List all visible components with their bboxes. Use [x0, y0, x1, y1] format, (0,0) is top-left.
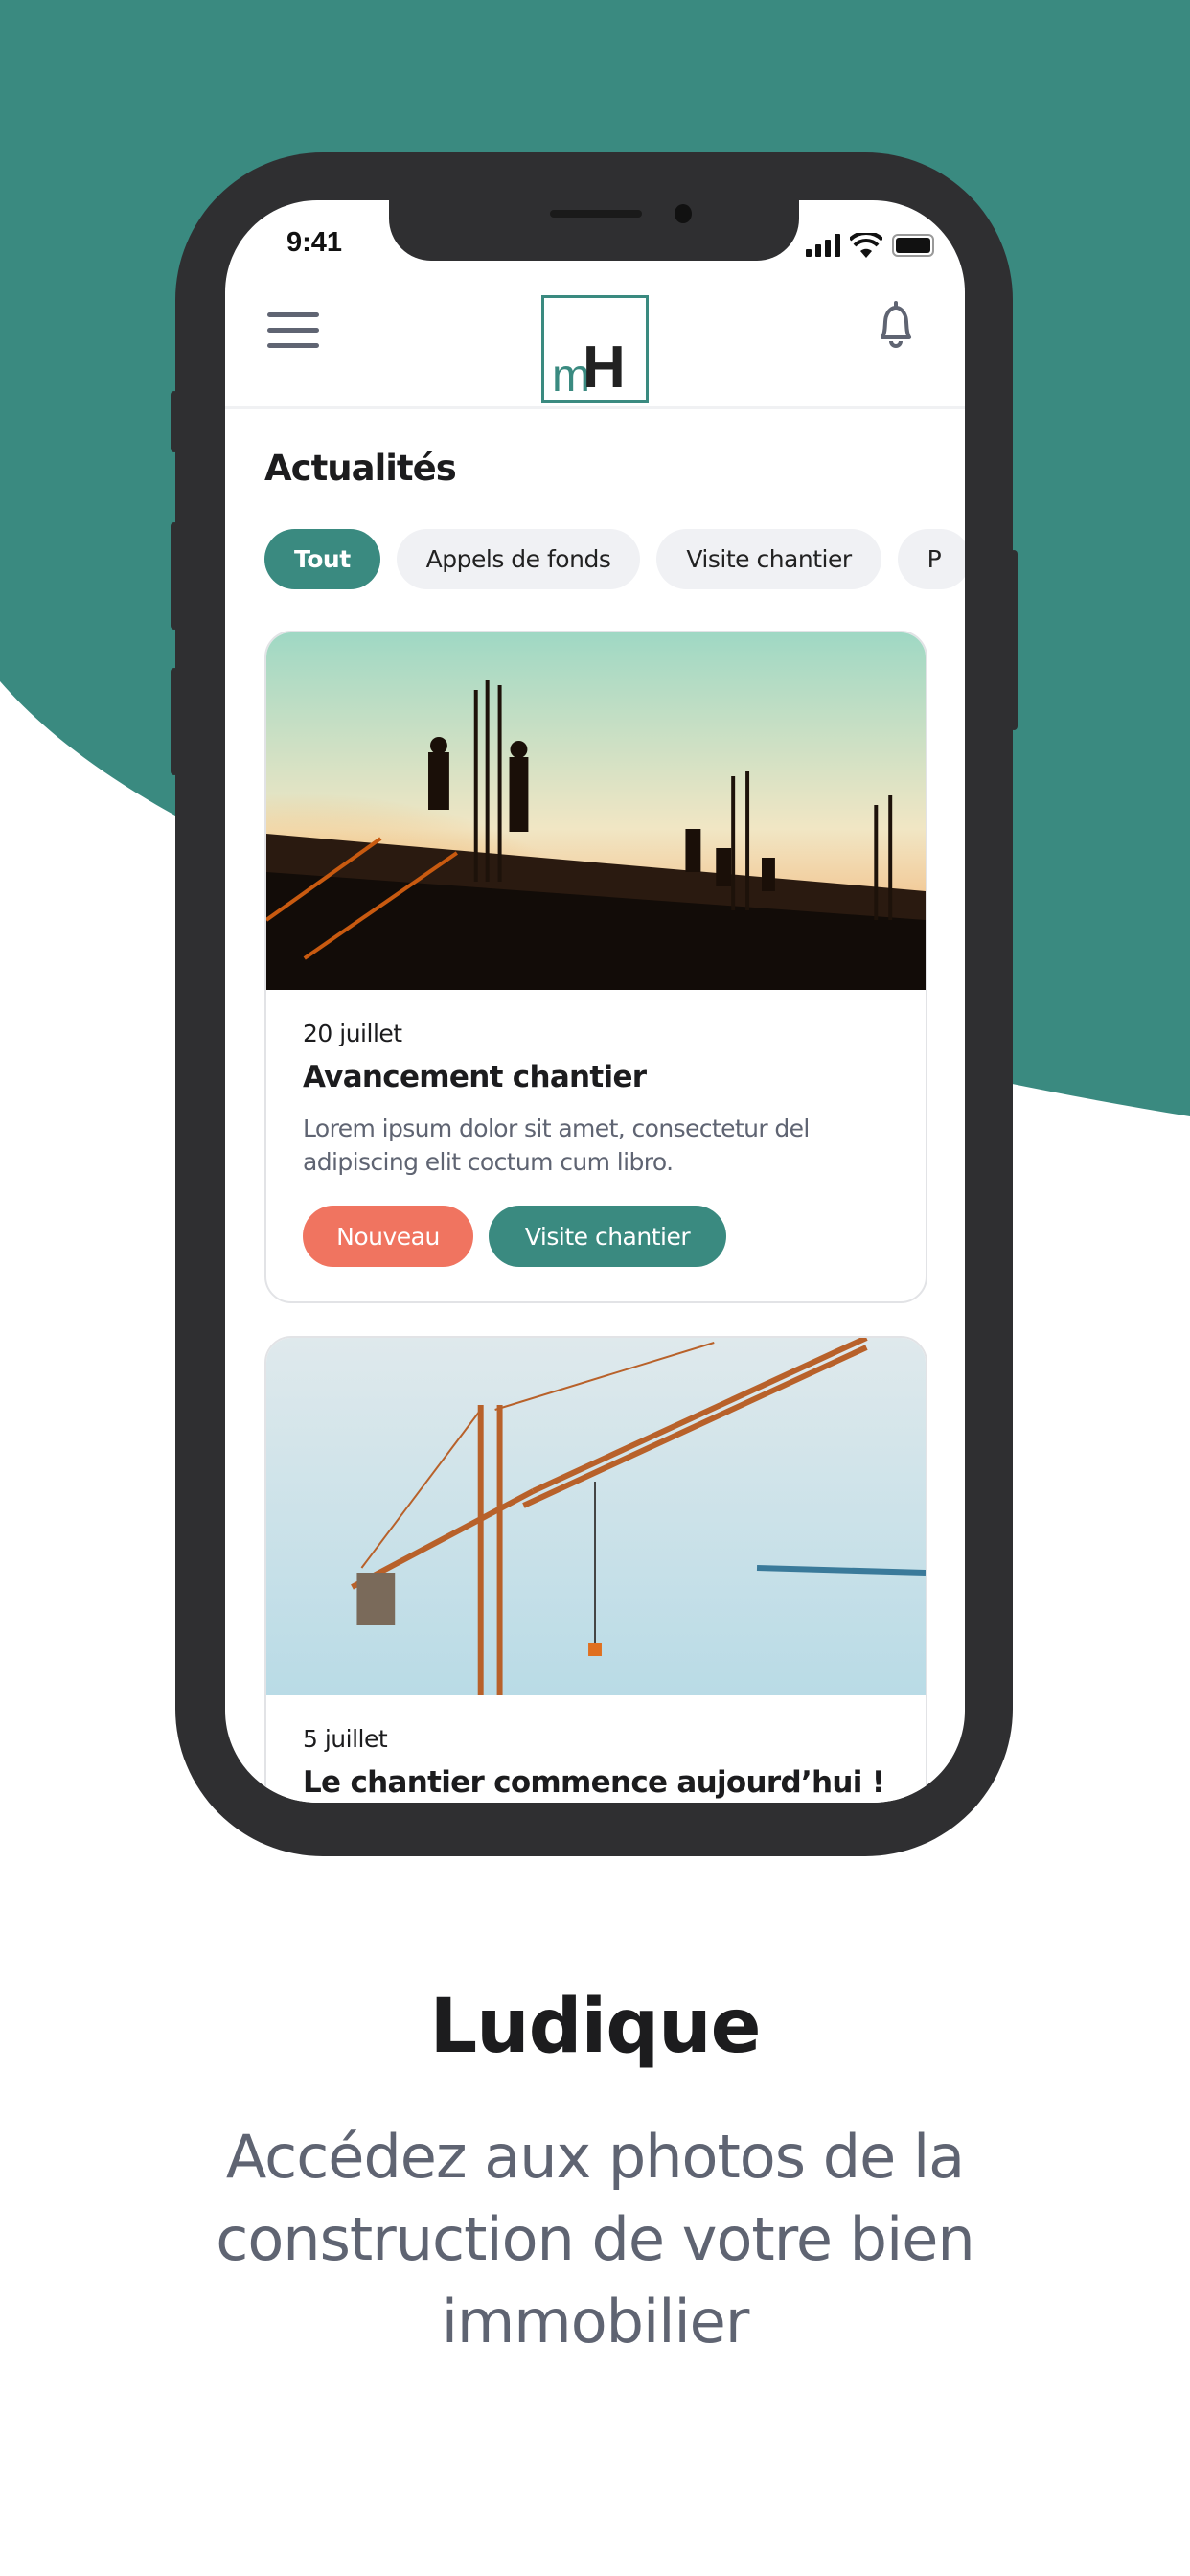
filter-chip-visite-chantier[interactable]: Visite chantier [656, 529, 881, 589]
status-time: 9:41 [286, 227, 343, 258]
bell-icon[interactable] [875, 299, 917, 351]
filter-chip-more[interactable]: P [897, 529, 965, 589]
logo-h: H [583, 334, 626, 401]
filter-chip-appels-de-fonds[interactable]: Appels de fonds [396, 529, 641, 589]
phone-frame: 9:41 m H Actualités Tout Appels de fonds… [175, 152, 1013, 1856]
page-title: Actualités [264, 448, 457, 489]
hamburger-icon[interactable] [267, 312, 319, 351]
app-logo: m H [541, 295, 649, 402]
card-description: Lorem ipsum dolor sit amet, consectetur … [303, 1115, 810, 1176]
filter-chips: Tout Appels de fonds Visite chantier P [264, 529, 965, 589]
construction-workers-photo [266, 632, 926, 990]
filter-chip-tout[interactable]: Tout [264, 529, 380, 589]
promo-subtitle: Accédez aux photos de la construction de… [216, 2122, 974, 2357]
promo-title: Ludique [429, 1984, 761, 2070]
card-title: Avancement chantier [303, 1060, 647, 1094]
status-icons [806, 233, 936, 258]
tag-nouveau[interactable]: Nouveau [303, 1206, 473, 1267]
card-title: Le chantier commence aujourd’hui ! [303, 1765, 885, 1800]
app-header: m H [225, 261, 965, 409]
tag-visite-chantier[interactable]: Visite chantier [489, 1206, 726, 1267]
card-date: 5 juillet [303, 1725, 388, 1753]
news-card[interactable]: 5 juillet Le chantier commence aujourd’h… [264, 1336, 927, 1803]
notch [389, 200, 799, 261]
crane-photo [266, 1338, 926, 1695]
signal-icon [806, 234, 840, 257]
news-card[interactable]: 20 juillet Avancement chantier Lorem ips… [264, 631, 927, 1303]
battery-icon [892, 234, 934, 257]
phone-screen: 9:41 m H Actualités Tout Appels de fonds… [225, 200, 965, 1803]
wifi-icon [850, 233, 882, 258]
card-date: 20 juillet [303, 1020, 402, 1047]
